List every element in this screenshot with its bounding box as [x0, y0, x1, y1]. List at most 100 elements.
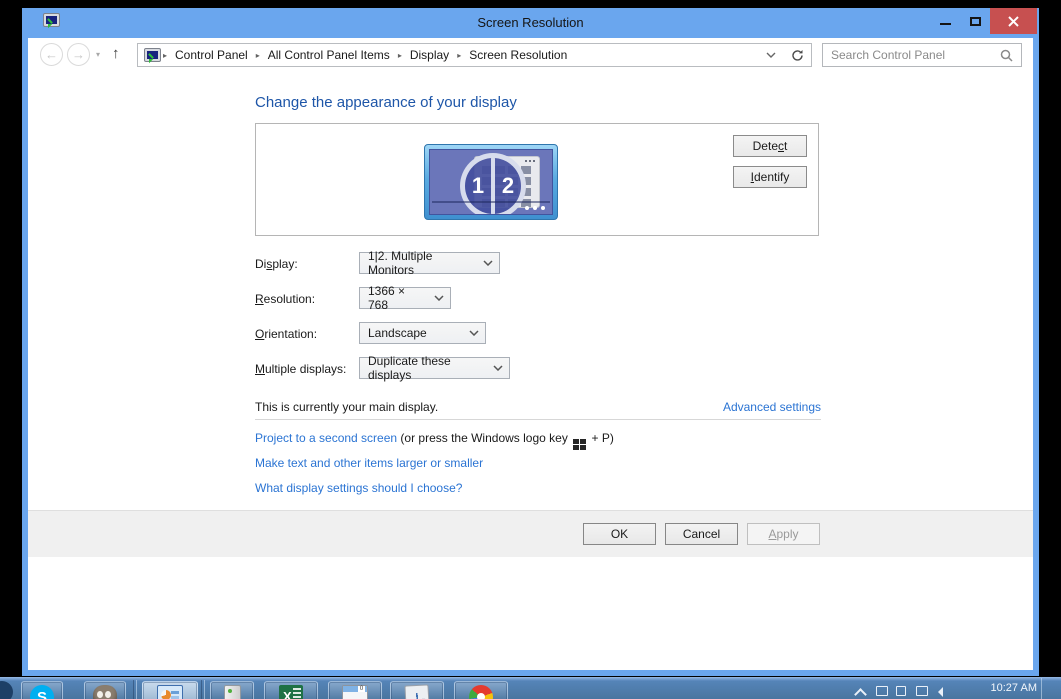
- apply-button[interactable]: Apply: [747, 523, 820, 545]
- display-dropdown[interactable]: 1|2. Multiple Monitors: [359, 249, 500, 277]
- taskbar[interactable]: S X 0 10:27 AM: [0, 677, 1061, 699]
- back-arrow-icon: ←: [45, 47, 58, 62]
- screen-resolution-window-icon: [157, 685, 183, 699]
- multiple-displays-label: Multiple displays:: [255, 362, 347, 376]
- make-text-larger-link[interactable]: Make text and other items larger or smal…: [255, 456, 483, 470]
- start-button[interactable]: [0, 681, 13, 699]
- monitor-bezel-line: [432, 201, 550, 203]
- back-button[interactable]: ←: [40, 43, 63, 66]
- page-title: Change the appearance of your display: [255, 94, 517, 111]
- taskbar-button-computer[interactable]: [210, 681, 254, 699]
- section-divider: [255, 419, 821, 420]
- resolution-dropdown[interactable]: 1366 × 768: [359, 284, 451, 312]
- window-title: Screen Resolution: [477, 15, 584, 30]
- minimize-button[interactable]: [930, 8, 960, 34]
- resolution-label: Resolution:: [255, 292, 316, 306]
- skype-icon: S: [30, 685, 54, 699]
- detect-button[interactable]: Detect: [733, 135, 807, 157]
- footer-band: [28, 511, 1033, 557]
- address-dropdown-button[interactable]: [758, 52, 784, 58]
- breadcrumb-control-panel[interactable]: Control Panel: [169, 48, 254, 62]
- display-1-number: 1: [471, 173, 485, 198]
- taskbar-button-gimp[interactable]: [84, 681, 126, 699]
- monitor-indicator-dots: [525, 206, 545, 210]
- up-button[interactable]: ↑: [112, 46, 120, 61]
- project-hint-text-end: + P): [588, 431, 614, 445]
- chevron-down-icon: [477, 260, 499, 266]
- chevron-down-icon: [428, 295, 450, 301]
- media-app-icon: [404, 684, 430, 699]
- display-numbers-badge: 1 2: [460, 153, 526, 214]
- breadcrumb-display[interactable]: Display: [404, 48, 455, 62]
- search-input[interactable]: [831, 48, 1000, 62]
- search-icon[interactable]: [1000, 49, 1013, 62]
- monitor-preview-panel: Detect Identify 1 2: [255, 123, 819, 236]
- chevron-down-icon: ▾: [96, 50, 101, 59]
- advanced-settings-link[interactable]: Advanced settings: [723, 400, 821, 414]
- tray-network-icon[interactable]: [916, 683, 929, 699]
- breadcrumb-separator-icon: ▸: [163, 50, 168, 60]
- refresh-button[interactable]: [784, 43, 812, 67]
- cancel-button[interactable]: Cancel: [665, 523, 738, 545]
- tray-installer-icon[interactable]: [896, 683, 909, 699]
- computer-tower-icon: [223, 685, 241, 699]
- display-label: Display:: [255, 257, 298, 271]
- breadcrumb-separator-icon: ▸: [397, 50, 402, 60]
- forward-arrow-icon: →: [72, 47, 85, 62]
- close-button[interactable]: [990, 8, 1037, 34]
- taskbar-button-browser[interactable]: [454, 681, 508, 699]
- ok-button[interactable]: OK: [583, 523, 656, 545]
- project-hint-text: (or press the Windows logo key: [397, 431, 572, 445]
- breadcrumb-separator-icon: ▸: [255, 50, 260, 60]
- taskbar-button-media-app[interactable]: [390, 681, 444, 699]
- project-second-screen-link[interactable]: Project to a second screen: [255, 431, 397, 445]
- search-box[interactable]: [822, 43, 1022, 67]
- taskbar-button-excel[interactable]: X: [264, 681, 318, 699]
- chevron-down-icon: [463, 330, 485, 336]
- chevron-down-icon: [766, 52, 776, 58]
- resolution-dropdown-value: 1366 × 768: [368, 284, 406, 312]
- gimp-icon: [93, 685, 117, 699]
- screen-resolution-window: Screen Resolution ← → ▾ ↑ ▸ Control Pane…: [22, 8, 1039, 676]
- hidden-icons-chevron-icon[interactable]: [854, 683, 869, 699]
- show-desktop-divider: [1041, 678, 1042, 699]
- display-dropdown-value: 1|2. Multiple Monitors: [368, 249, 433, 277]
- maximize-button[interactable]: [960, 8, 990, 34]
- system-tray[interactable]: [854, 683, 949, 699]
- windows-logo-icon: [573, 439, 587, 451]
- tray-display-icon[interactable]: [876, 683, 889, 699]
- titlebar[interactable]: Screen Resolution: [22, 8, 1039, 38]
- window-border-right: [1033, 38, 1039, 670]
- orientation-dropdown[interactable]: Landscape: [359, 322, 486, 344]
- display-2-number: 2: [501, 173, 515, 198]
- window-border-bottom: [22, 670, 1039, 676]
- address-bar[interactable]: ▸ Control Panel ▸ All Control Panel Item…: [137, 43, 785, 67]
- multiple-displays-dropdown[interactable]: Duplicate these displays: [359, 354, 510, 382]
- excel-icon: X: [279, 685, 303, 699]
- recent-pages-dropdown[interactable]: ▾: [96, 50, 100, 59]
- taskbar-button-screen-resolution[interactable]: [142, 681, 198, 699]
- location-monitor-icon: [144, 48, 161, 62]
- chevron-down-icon: [487, 365, 509, 371]
- breadcrumb-separator-icon: ▸: [457, 50, 462, 60]
- orientation-dropdown-value: Landscape: [368, 326, 427, 340]
- taskbar-button-calculator[interactable]: 0: [328, 681, 382, 699]
- up-arrow-icon: ↑: [112, 45, 120, 62]
- identify-button[interactable]: Identify: [733, 166, 807, 188]
- close-icon: [1008, 15, 1019, 27]
- refresh-icon: [792, 49, 803, 61]
- display-settings-help-link[interactable]: What display settings should I choose?: [255, 481, 462, 495]
- orientation-label: Orientation:: [255, 327, 318, 341]
- taskbar-clock[interactable]: 10:27 AM: [991, 682, 1037, 694]
- main-display-note: This is currently your main display.: [255, 400, 439, 414]
- taskbar-button-skype[interactable]: S: [21, 681, 63, 699]
- monitor-screen: 1 2: [429, 149, 553, 215]
- browser-pinwheel-icon: [469, 685, 493, 699]
- tray-volume-icon[interactable]: [936, 683, 949, 699]
- calculator-window-icon: 0: [342, 685, 368, 699]
- multiple-displays-dropdown-value: Duplicate these displays: [368, 354, 451, 382]
- breadcrumb-screen-resolution[interactable]: Screen Resolution: [463, 48, 573, 62]
- forward-button[interactable]: →: [67, 43, 90, 66]
- breadcrumb-all-control-panel-items[interactable]: All Control Panel Items: [262, 48, 396, 62]
- monitor-preview-thumbnail[interactable]: 1 2: [424, 144, 558, 220]
